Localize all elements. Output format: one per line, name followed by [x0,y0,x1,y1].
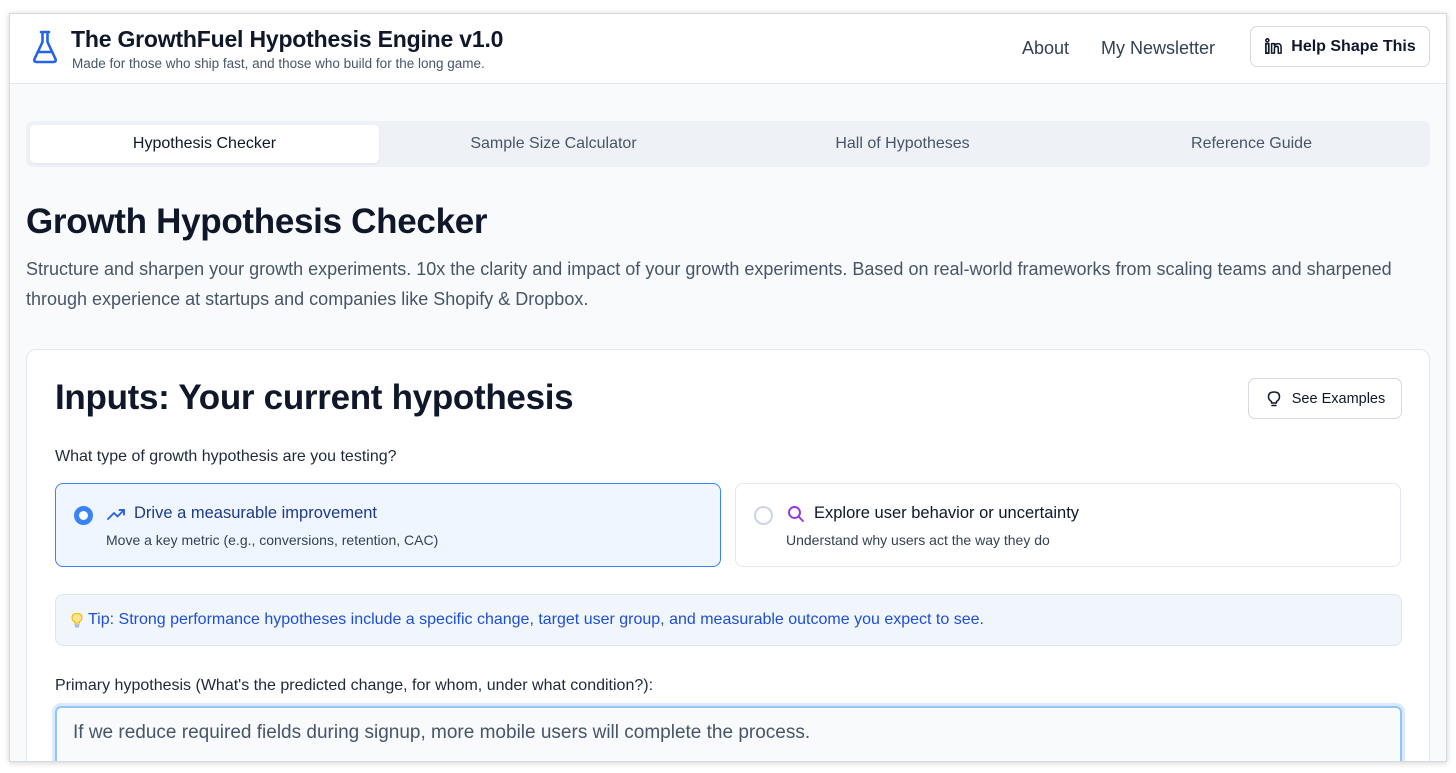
help-button-label: Help Shape This [1291,37,1416,55]
page-title: Growth Hypothesis Checker [26,202,488,241]
tip-text: Tip: Strong performance hypotheses inclu… [88,611,984,628]
lightbulb-icon [1267,390,1280,406]
page-description: Structure and sharpen your growth experi… [26,259,1392,309]
radio-drive-improvement[interactable] [74,506,93,525]
inputs-card: Inputs: Your current hypothesis See Exam… [26,349,1430,761]
nav-newsletter-link[interactable]: My Newsletter [1101,38,1215,59]
radio-explore-behavior[interactable] [754,506,773,525]
card-title: Inputs: Your current hypothesis [55,378,574,417]
help-shape-this-button[interactable]: Help Shape This [1250,26,1430,67]
app-window: The GrowthFuel Hypothesis Engine v1.0 Ma… [9,13,1447,762]
option-title: Explore user behavior or uncertainty [814,504,1080,522]
flask-icon [32,30,58,64]
app-subtitle: Made for those who ship fast, and those … [72,56,485,71]
primary-hypothesis-label: Primary hypothesis (What's the predicted… [55,677,654,694]
tab-sample-size-calculator[interactable]: Sample Size Calculator [379,125,728,163]
hypothesis-type-question: What type of growth hypothesis are you t… [55,448,397,465]
lightbulb-icon [71,612,83,628]
option-description: Move a key metric (e.g., conversions, re… [106,532,439,548]
tab-hypothesis-checker[interactable]: Hypothesis Checker [30,125,379,163]
app-title: The GrowthFuel Hypothesis Engine v1.0 [71,26,504,52]
option-title: Drive a measurable improvement [134,504,378,522]
primary-hypothesis-input[interactable]: If we reduce required fields during sign… [55,706,1402,761]
trending-up-icon [107,509,125,520]
see-examples-label: See Examples [1291,390,1386,407]
option-drive-improvement[interactable]: Drive a measurable improvement Move a ke… [55,483,721,567]
see-examples-button[interactable]: See Examples [1248,378,1402,419]
option-explore-behavior[interactable]: Explore user behavior or uncertainty Und… [735,483,1401,567]
option-description: Understand why users act the way they do [786,532,1050,548]
tab-hall-of-hypotheses[interactable]: Hall of Hypotheses [728,125,1077,163]
tip-banner: Tip: Strong performance hypotheses inclu… [55,594,1402,646]
tab-reference-guide[interactable]: Reference Guide [1077,125,1426,163]
nav-about-link[interactable]: About [1022,38,1069,59]
main-tabs: Hypothesis Checker Sample Size Calculato… [26,121,1430,167]
top-header: The GrowthFuel Hypothesis Engine v1.0 Ma… [10,14,1446,84]
linkedin-icon [1265,38,1283,55]
search-icon [788,506,804,522]
